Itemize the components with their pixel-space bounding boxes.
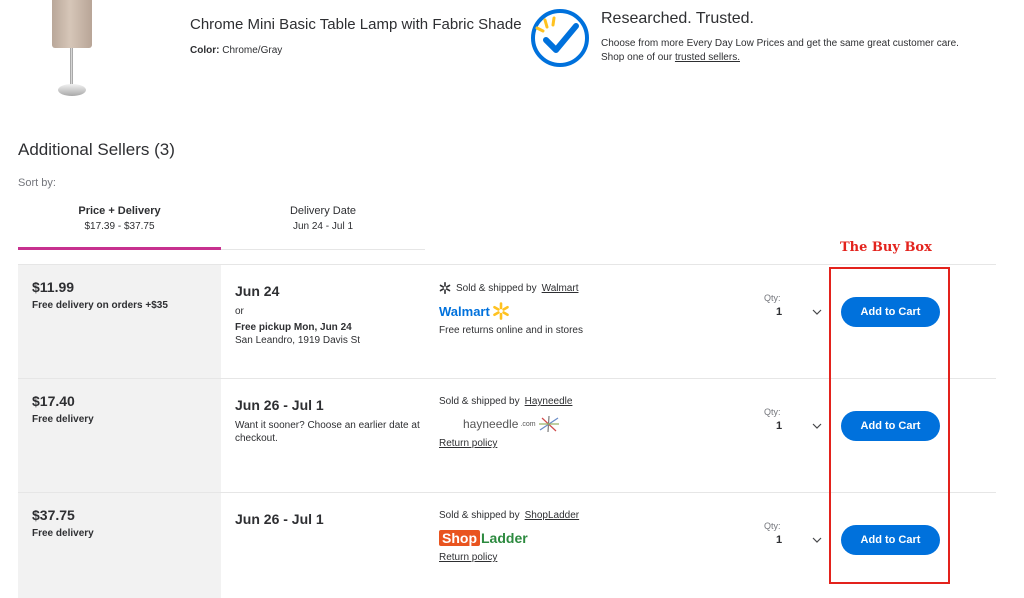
- checkmark-spark-icon: [531, 9, 589, 67]
- seller-link-hayneedle[interactable]: Hayneedle: [525, 396, 573, 407]
- shopladder-logo-shop: Shop: [439, 530, 480, 546]
- product-color: Color: Chrome/Gray: [190, 45, 282, 56]
- hayneedle-logo-suffix: .com: [520, 420, 536, 428]
- trust-body: Choose from more Every Day Low Prices an…: [601, 38, 959, 63]
- tab-divider: [221, 249, 425, 250]
- sold-by: Sold & shipped by ShopLadder: [439, 510, 739, 521]
- seller-link-walmart[interactable]: Walmart: [542, 283, 579, 294]
- tab-sub: $17.39 - $37.75: [84, 221, 155, 232]
- qty-selector[interactable]: Qty: 1: [764, 407, 834, 432]
- pickup-date: Free pickup Mon, Jun 24: [235, 322, 352, 333]
- tab-label: Delivery Date: [289, 205, 357, 217]
- offer-price: $11.99: [32, 279, 75, 295]
- return-policy: Return policy: [439, 552, 739, 563]
- qty-value: 1: [776, 534, 783, 546]
- hayneedle-logo: hayneedle .com: [439, 415, 560, 433]
- trusted-sellers-link[interactable]: trusted sellers.: [675, 52, 740, 63]
- delivery-date: Jun 26 - Jul 1: [235, 397, 324, 413]
- price-cell: $37.75 Free delivery: [18, 493, 221, 598]
- date-or: or: [235, 306, 244, 317]
- hayneedle-needle-icon: [538, 415, 559, 433]
- tab-delivery-date[interactable]: Delivery Date Jun 24 - Jul 1: [221, 205, 425, 232]
- return-policy-link[interactable]: Return policy: [439, 552, 497, 563]
- qty-value-row: 1: [764, 420, 834, 432]
- seller-logo: hayneedle .com: [439, 414, 739, 434]
- chevron-down-icon: [812, 537, 822, 543]
- seller-cell: Sold & shipped by Walmart Walmart Free r…: [439, 282, 739, 336]
- sold-by-prefix: Sold & shipped by: [456, 282, 537, 294]
- return-policy-link[interactable]: Return policy: [439, 438, 497, 449]
- delivery-date: Jun 24: [235, 283, 280, 299]
- walmart-logo: Walmart: [439, 302, 510, 320]
- sold-by-prefix: Sold & shipped by: [439, 396, 520, 407]
- earlier-date-note: Want it sooner? Choose an earlier date a…: [235, 420, 420, 444]
- tab-price-delivery[interactable]: Price + Delivery $17.39 - $37.75: [18, 205, 221, 232]
- color-label: Color:: [190, 45, 220, 56]
- qty-label: Qty:: [764, 521, 781, 531]
- seller-cell: Sold & shipped by Hayneedle hayneedle .co…: [439, 396, 739, 449]
- delivery-cell: Jun 26 - Jul 1 Want it sooner? Choose an…: [235, 397, 435, 445]
- sold-by: Sold & shipped by Walmart: [439, 282, 739, 294]
- delivery-date: Jun 26 - Jul 1: [235, 511, 324, 527]
- qty-selector[interactable]: Qty: 1: [764, 521, 834, 546]
- product-image: [48, 0, 96, 100]
- seller-logo: Shop Ladder: [439, 528, 739, 548]
- trust-text: Choose from more Every Day Low Prices an…: [601, 37, 961, 65]
- sort-label: Sort by:: [18, 177, 56, 189]
- qty-value: 1: [776, 306, 783, 318]
- section-title: Additional Sellers (3): [18, 140, 175, 159]
- shopladder-logo-ladder: Ladder: [481, 530, 528, 546]
- walmart-spark-icon: [493, 302, 509, 320]
- qty-value-row: 1: [764, 306, 834, 318]
- seller-logo: Walmart: [439, 301, 739, 321]
- qty-label: Qty:: [764, 407, 781, 417]
- product-title: Chrome Mini Basic Table Lamp with Fabric…: [190, 16, 522, 33]
- delivery-cell: Jun 24 or Free pickup Mon, Jun 24 San Le…: [235, 283, 435, 346]
- active-tab-indicator: [18, 247, 221, 250]
- seller-link-shopladder[interactable]: ShopLadder: [525, 510, 580, 521]
- delivery-note: Free delivery: [32, 528, 94, 539]
- buy-box-annotation-frame: [829, 267, 950, 584]
- qty-selector[interactable]: Qty: 1: [764, 293, 834, 318]
- sold-by: Sold & shipped by Hayneedle: [439, 396, 739, 407]
- lamp-base: [58, 84, 86, 96]
- lamp-shade: [52, 0, 92, 48]
- delivery-cell: Jun 26 - Jul 1: [235, 511, 435, 527]
- tab-label: Price + Delivery: [78, 205, 161, 217]
- return-policy: Return policy: [439, 438, 739, 449]
- lamp-stem: [70, 48, 73, 86]
- qty-value-row: 1: [764, 534, 834, 546]
- price-cell: $11.99 Free delivery on orders +$35: [18, 265, 221, 378]
- spark-icon: [439, 282, 451, 294]
- color-value: Chrome/Gray: [222, 45, 283, 56]
- offer-price: $17.40: [32, 393, 75, 409]
- seller-cell: Sold & shipped by ShopLadder Shop Ladder …: [439, 510, 739, 563]
- tab-sub: Jun 24 - Jul 1: [292, 221, 354, 232]
- buy-box-annotation-label: The Buy Box: [840, 240, 932, 255]
- walmart-logo-text: Walmart: [439, 303, 490, 319]
- chevron-down-icon: [812, 309, 822, 315]
- offer-price: $37.75: [32, 507, 75, 523]
- sold-by-prefix: Sold & shipped by: [439, 510, 520, 521]
- free-returns-note: Free returns online and in stores: [439, 325, 583, 336]
- trust-title: Researched. Trusted.: [601, 10, 754, 27]
- shopladder-logo: Shop Ladder: [439, 530, 528, 546]
- delivery-note: Free delivery on orders +$35: [32, 300, 168, 311]
- delivery-note: Free delivery: [32, 414, 94, 425]
- chevron-down-icon: [812, 423, 822, 429]
- qty-value: 1: [776, 420, 783, 432]
- hayneedle-logo-text: hayneedle: [463, 417, 519, 431]
- price-cell: $17.40 Free delivery: [18, 379, 221, 492]
- qty-label: Qty:: [764, 293, 781, 303]
- pickup-address: San Leandro, 1919 Davis St: [235, 335, 361, 346]
